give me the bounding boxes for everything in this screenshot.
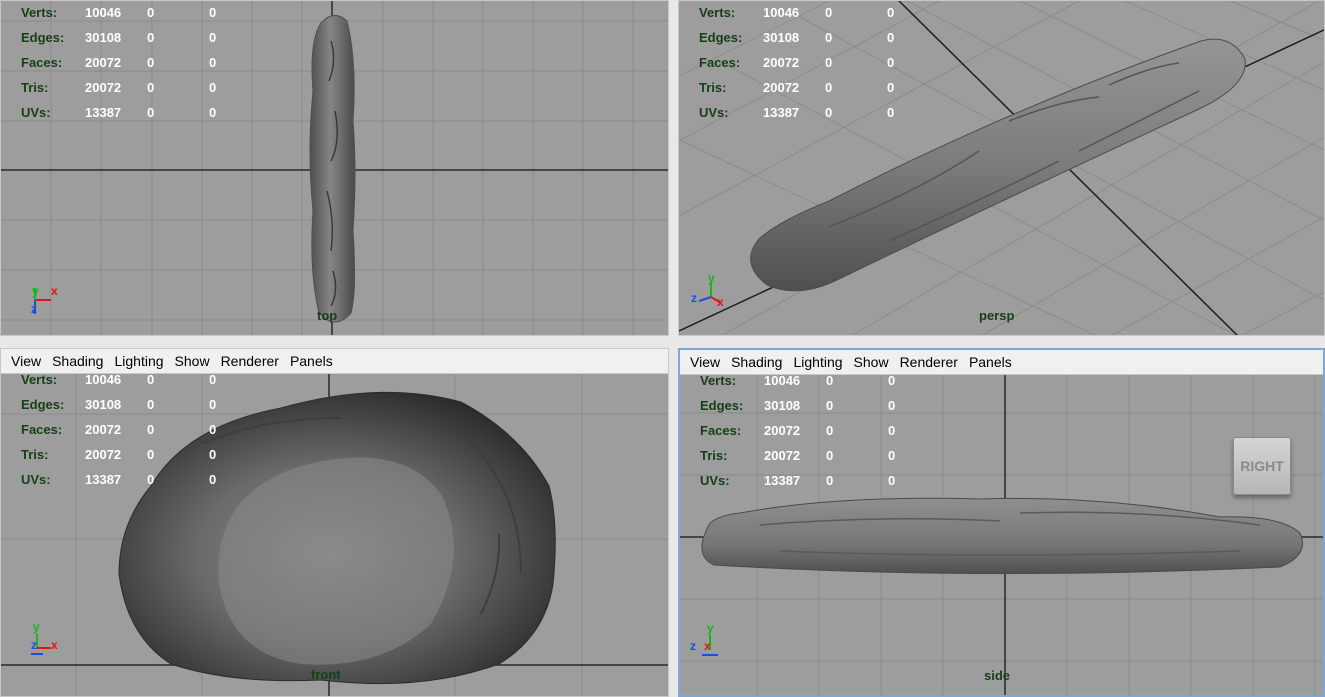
menu-show[interactable]: Show bbox=[175, 353, 210, 369]
menu-panels[interactable]: Panels bbox=[290, 353, 333, 369]
viewport-front[interactable]: View Shading Lighting Show Renderer Panels Ve… bbox=[0, 348, 669, 697]
axis-label-x: x bbox=[51, 284, 58, 298]
axis-label-y: y bbox=[707, 621, 714, 635]
bread-mesh bbox=[701, 497, 1303, 575]
panel-menubar: View Shading Lighting Show Renderer Panels bbox=[1, 349, 668, 374]
axis-gizmo-icon: y z x bbox=[688, 621, 728, 661]
camera-label: front bbox=[311, 667, 341, 682]
axis-label-x: x bbox=[717, 295, 724, 309]
viewcube-right[interactable]: RIGHT bbox=[1233, 437, 1291, 495]
viewport-top-scene bbox=[1, 1, 668, 335]
menu-lighting[interactable]: Lighting bbox=[793, 354, 842, 370]
viewport-side[interactable]: View Shading Lighting Show Renderer Panels Ve… bbox=[678, 348, 1325, 697]
menu-renderer[interactable]: Renderer bbox=[221, 353, 279, 369]
menu-view[interactable]: View bbox=[690, 354, 720, 370]
menu-show[interactable]: Show bbox=[854, 354, 889, 370]
viewport-persp-scene bbox=[679, 1, 1324, 335]
axis-label-z: z bbox=[691, 291, 697, 305]
axis-gizmo-icon: y x z bbox=[29, 284, 69, 324]
viewport-persp-canvas[interactable]: Verts: 10046 0 0 Edges: 30108 0 0 Faces: 20072 0… bbox=[679, 1, 1324, 335]
menu-renderer[interactable]: Renderer bbox=[900, 354, 958, 370]
axis-label-y: y bbox=[33, 620, 40, 634]
axis-label-z: z bbox=[31, 638, 37, 652]
axis-gizmo-icon: y z x bbox=[29, 620, 69, 660]
axis-label-y: y bbox=[708, 271, 715, 285]
viewport-top[interactable]: Verts: 10046 0 0 Edges: 30108 0 0 Faces: 20072 0… bbox=[0, 0, 669, 336]
bread-mesh bbox=[750, 38, 1246, 292]
camera-label: top bbox=[317, 308, 338, 323]
bread-mesh bbox=[309, 15, 356, 323]
panel-menubar: View Shading Lighting Show Renderer Panels bbox=[680, 350, 1323, 375]
menu-lighting[interactable]: Lighting bbox=[114, 353, 163, 369]
viewport-front-canvas[interactable]: Verts: 10046 0 0 Edges: 30108 0 0 Faces: 20072 0… bbox=[1, 372, 668, 696]
menu-shading[interactable]: Shading bbox=[52, 353, 103, 369]
viewport-top-canvas[interactable]: Verts: 10046 0 0 Edges: 30108 0 0 Faces: 20072 0… bbox=[1, 1, 668, 335]
camera-label: side bbox=[984, 668, 1011, 683]
axis-label-z: z bbox=[31, 302, 37, 316]
camera-label: persp bbox=[979, 308, 1015, 323]
axis-label-x: x bbox=[51, 638, 58, 652]
viewport-persp[interactable]: Verts: 10046 0 0 Edges: 30108 0 0 Faces: 20072 0… bbox=[678, 0, 1325, 336]
menu-panels[interactable]: Panels bbox=[969, 354, 1012, 370]
axis-label-z: z bbox=[690, 639, 696, 653]
menu-shading[interactable]: Shading bbox=[731, 354, 782, 370]
axis-gizmo-icon: y x z bbox=[691, 271, 735, 315]
axis-label-x: x bbox=[704, 639, 711, 653]
viewport-side-canvas[interactable]: Verts: 10046 0 0 Edges: 30108 0 0 Faces: 20072 0… bbox=[680, 373, 1323, 695]
axis-label-y: y bbox=[32, 284, 39, 298]
menu-view[interactable]: View bbox=[11, 353, 41, 369]
